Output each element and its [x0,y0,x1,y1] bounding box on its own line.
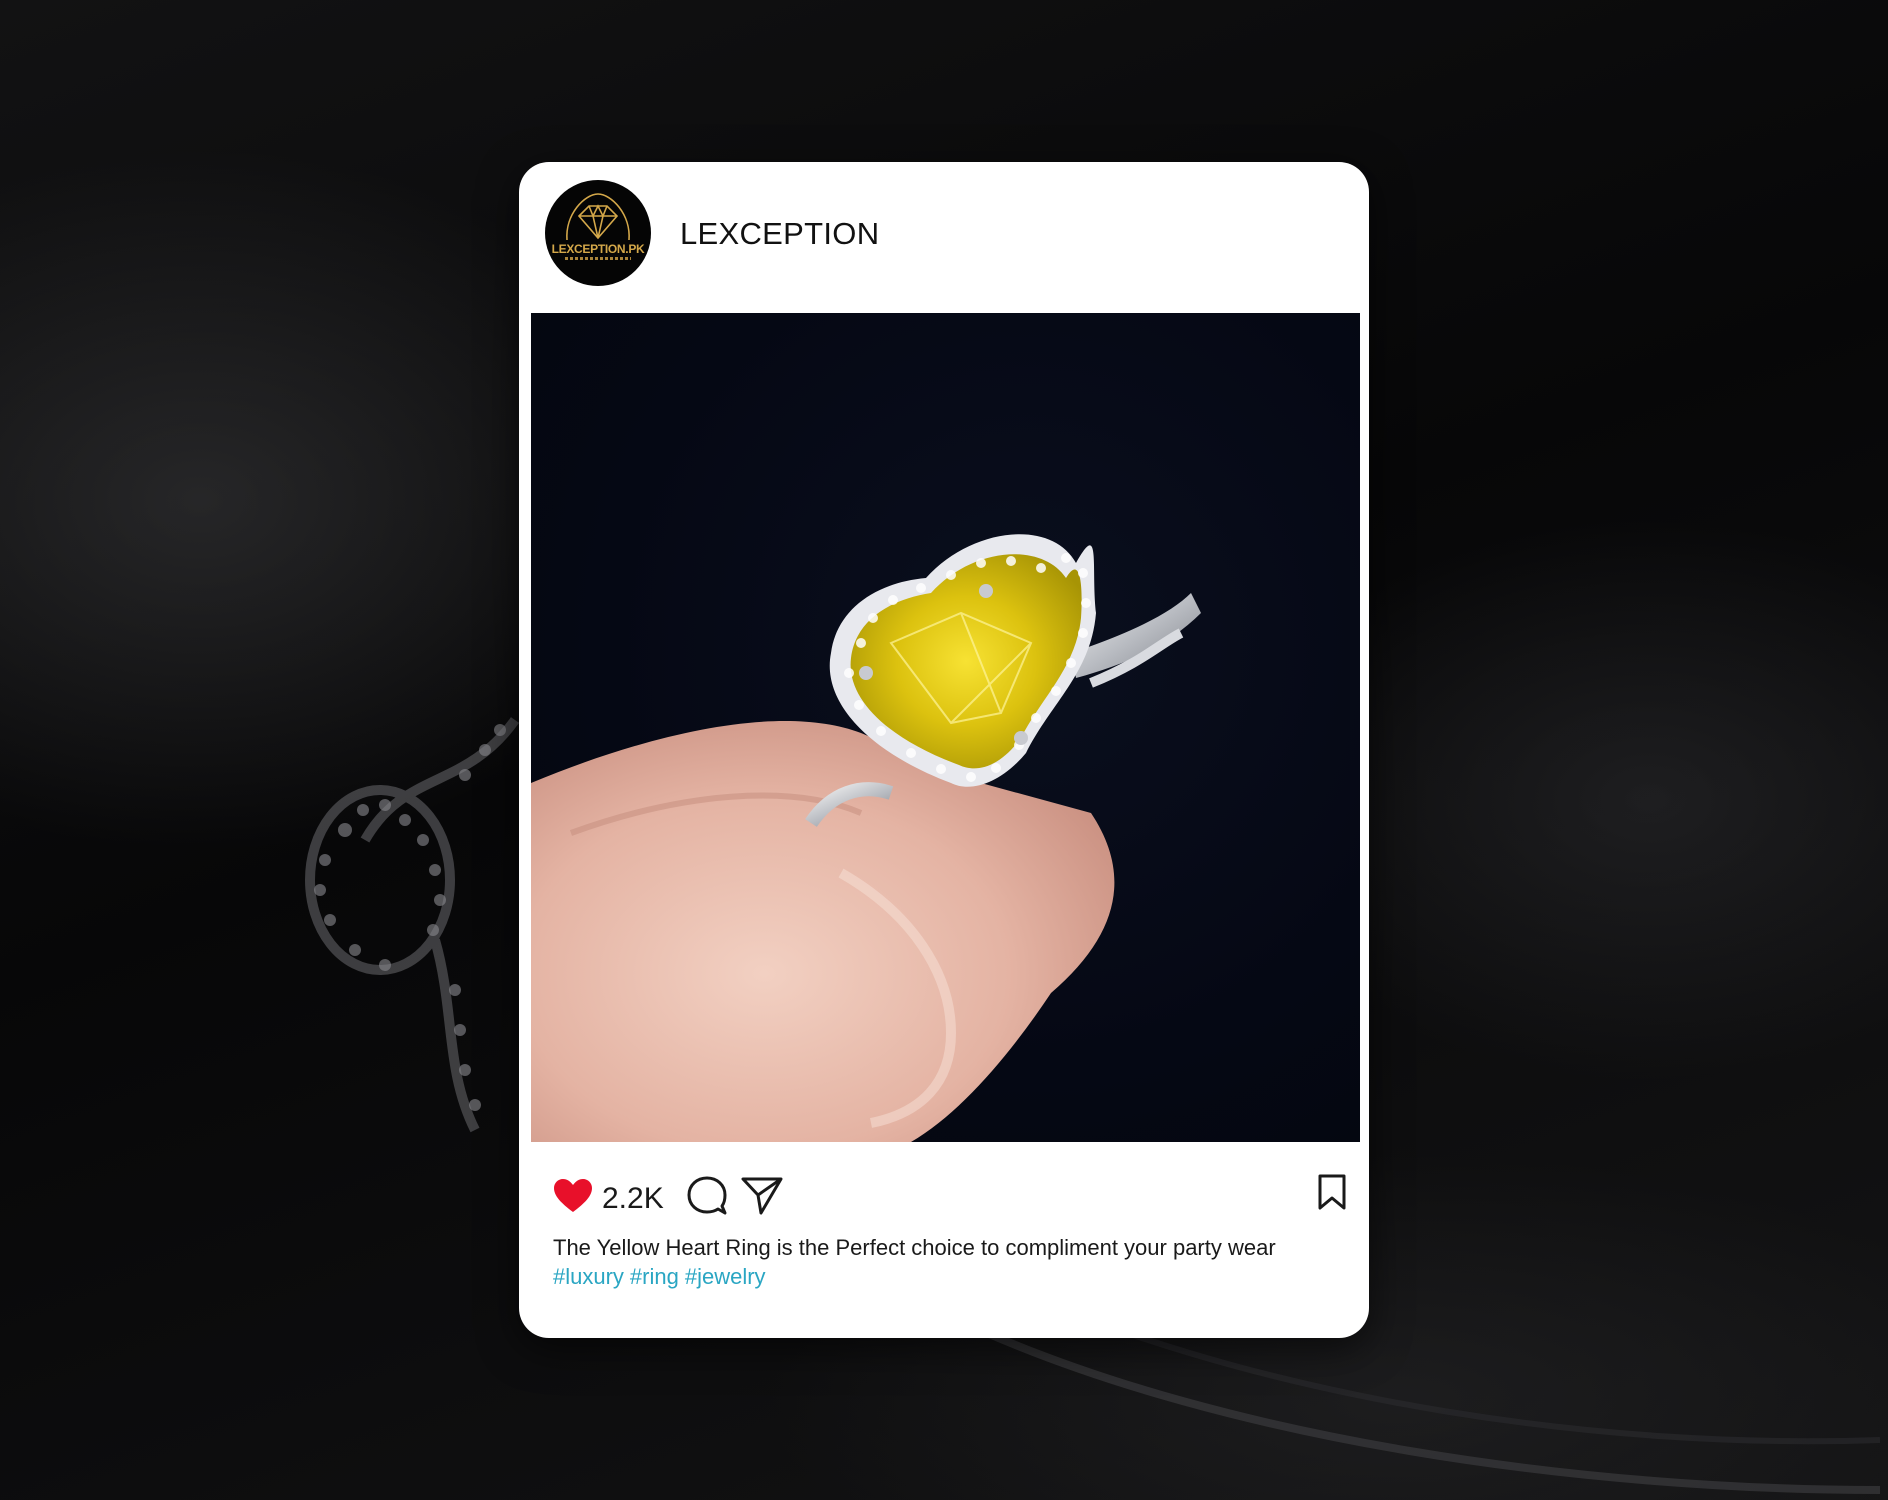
hashtag-list: #luxury #ring #jewelry [553,1262,1343,1291]
post-actions: 2.2K [519,1168,1369,1228]
post-header: LEXCEPTION.PK LEXCEPTION [519,162,1369,310]
avatar[interactable]: LEXCEPTION.PK [545,180,651,286]
caption-text: The Yellow Heart Ring is the Perfect cho… [553,1235,1276,1260]
background-ring-image [305,717,520,1133]
hashtag-ring[interactable]: #ring [630,1264,679,1289]
yellow-heart-ring-photo [531,534,1201,1142]
like-count: 2.2K [602,1182,664,1215]
comment-icon[interactable] [687,1176,727,1216]
post-image[interactable] [531,313,1360,1142]
username[interactable]: LEXCEPTION [680,216,879,252]
heart-icon[interactable] [553,1178,593,1214]
diamond-logo-icon [566,193,630,241]
bookmark-icon[interactable] [1317,1174,1347,1210]
post-card: LEXCEPTION.PK LEXCEPTION 2.2K The Yellow… [519,162,1369,1338]
hashtag-luxury[interactable]: #luxury [553,1264,624,1289]
avatar-logo-text: LEXCEPTION.PK [551,242,645,256]
post-caption: The Yellow Heart Ring is the Perfect cho… [553,1233,1343,1291]
send-icon[interactable] [741,1176,783,1216]
hashtag-jewelry[interactable]: #jewelry [685,1264,766,1289]
avatar-tagline-decoration [565,257,631,260]
